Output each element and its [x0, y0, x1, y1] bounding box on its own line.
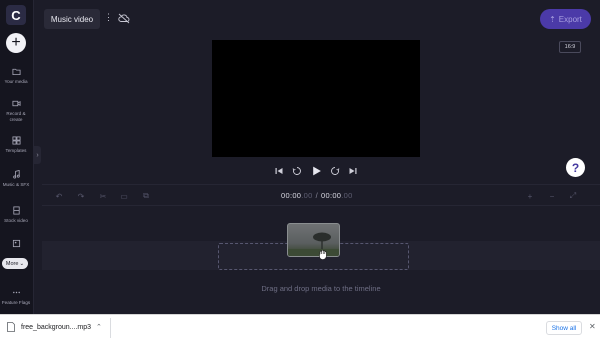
- project-title[interactable]: Music video: [44, 9, 100, 29]
- left-sidebar: C + Your media Record & create Templates…: [0, 0, 34, 314]
- zoom-out-icon[interactable]: −: [547, 191, 557, 201]
- aspect-ratio-button[interactable]: 16:9: [559, 41, 581, 53]
- sidebar-item-label: Feature Flags: [1, 300, 31, 305]
- export-label: Export: [558, 14, 582, 24]
- delete-icon[interactable]: ▭: [119, 191, 129, 201]
- templates-icon: [11, 136, 21, 145]
- file-icon: [7, 322, 15, 332]
- video-preview[interactable]: [212, 40, 420, 157]
- sidebar-collapse-handle[interactable]: ›: [34, 146, 41, 164]
- sidebar-item-label: Templates: [5, 148, 27, 153]
- download-bar: free_backgroun....mp3 ⌃ Show all ✕: [0, 314, 600, 340]
- split-icon[interactable]: ✂: [98, 191, 108, 201]
- chevron-right-icon: ›: [36, 151, 39, 159]
- sidebar-item-feature-flags[interactable]: Feature Flags: [0, 288, 32, 306]
- more-label: More: [5, 260, 19, 267]
- sidebar-item-label: Your media: [4, 79, 28, 84]
- camera-icon: [11, 100, 21, 107]
- show-all-button[interactable]: Show all: [546, 321, 582, 335]
- timecode-display: 00:00.00/00:00.00: [281, 191, 353, 200]
- sidebar-item-your-media[interactable]: Your media: [0, 67, 32, 85]
- grab-cursor-icon: [319, 249, 327, 260]
- forward-5s-icon[interactable]: [330, 165, 340, 177]
- music-note-icon: [12, 170, 20, 179]
- divider: [110, 318, 111, 338]
- skip-to-start-icon[interactable]: [274, 165, 284, 177]
- help-button[interactable]: ?: [566, 158, 585, 177]
- sidebar-item-templates[interactable]: Templates: [0, 136, 32, 154]
- timecode-current-frames: .00: [301, 191, 313, 200]
- undo-icon[interactable]: ↶: [54, 191, 64, 201]
- rewind-5s-icon[interactable]: [292, 165, 302, 177]
- image-icon: [12, 239, 20, 248]
- sidebar-item-extra[interactable]: [0, 239, 32, 251]
- more-button[interactable]: More ⌄: [2, 258, 28, 269]
- zoom-in-icon[interactable]: +: [525, 191, 535, 201]
- timecode-total: 00:00: [321, 191, 342, 200]
- fit-timeline-icon[interactable]: ⤢: [568, 191, 578, 201]
- sidebar-item-record-create[interactable]: Record & create: [0, 99, 32, 122]
- add-media-button[interactable]: +: [6, 33, 26, 53]
- dragged-media-thumbnail[interactable]: [287, 223, 340, 257]
- sidebar-item-label: Stock video: [4, 218, 28, 223]
- cloud-off-icon[interactable]: [118, 13, 130, 24]
- skip-to-end-icon[interactable]: [348, 165, 358, 177]
- tree-image: [288, 232, 339, 256]
- duplicate-icon[interactable]: ⧉: [141, 191, 151, 201]
- timecode-current: 00:00: [281, 191, 302, 200]
- sidebar-item-label: Music & SFX: [2, 182, 30, 187]
- redo-icon[interactable]: ↷: [76, 191, 86, 201]
- sidebar-item-music-sfx[interactable]: Music & SFX: [0, 170, 32, 188]
- timecode-total-frames: .00: [341, 191, 353, 200]
- app-logo[interactable]: C: [6, 5, 26, 25]
- film-icon: [12, 206, 20, 215]
- download-file-name[interactable]: free_backgroun....mp3: [21, 324, 91, 331]
- drop-hint: Drag and drop media to the timeline: [261, 284, 381, 293]
- chevron-up-icon[interactable]: ⌃: [96, 323, 102, 331]
- chevron-down-icon: ⌄: [19, 260, 25, 267]
- folder-icon: [11, 68, 21, 76]
- kebab-menu-icon[interactable]: ⋮: [104, 12, 113, 23]
- upload-icon: ⇡: [549, 14, 556, 24]
- export-button[interactable]: ⇡ Export: [540, 9, 591, 29]
- sidebar-item-label: Record & create: [6, 111, 26, 122]
- dots-icon: [12, 291, 20, 294]
- close-icon[interactable]: ✕: [589, 322, 596, 331]
- play-icon[interactable]: [311, 165, 322, 177]
- sidebar-item-stock-video[interactable]: Stock video: [0, 206, 32, 224]
- timeline-toolbar: ↶ ↷ ✂ ▭ ⧉ 00:00.00/00:00.00 + − ⤢: [42, 184, 600, 206]
